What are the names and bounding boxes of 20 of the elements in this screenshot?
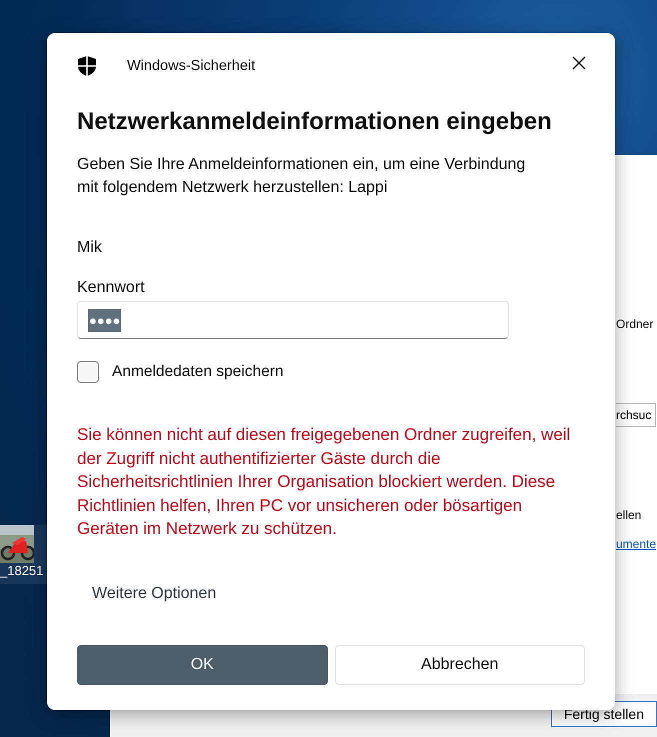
link[interactable]: umente: [616, 537, 656, 551]
dialog-title: Netzwerkanmeldeinformationen eingeben: [77, 108, 553, 136]
close-icon[interactable]: [572, 56, 586, 70]
window-text: ellen: [616, 508, 642, 522]
browse-button[interactable]: rchsuc: [616, 403, 656, 427]
shield-icon: [77, 55, 97, 77]
password-field[interactable]: ●●●●: [77, 301, 509, 339]
cancel-button[interactable]: Abbrechen: [334, 644, 585, 684]
password-label: Kennwort: [77, 279, 146, 297]
message-text: Geben Sie Ihre Anmeldeinformationen ein, um eine Verbindung mit folgendem Netzwerk herzustellen: Lappi: [77, 155, 526, 198]
file-name: _18251: [0, 563, 44, 578]
app-name: Windows-Sicherheit: [127, 58, 256, 74]
checkbox-label[interactable]: Anmeldedaten speichern: [112, 363, 284, 381]
password-value: ●●●●: [88, 308, 122, 332]
error-message: Sie können nicht auf diesen freigegebenen Ordner zugreifen, weil der Zugriff nicht authentifizierter Gäste durch die Sicherheitsrichtlinien Ihrer Organisation blockiert werden. Diese Richtlinien helfen, Ihren PC vor unsicheren oder bösartigen Geräten im Netzwerk zu schützen.: [77, 424, 572, 540]
window-text: Ordner: [616, 317, 654, 331]
ok-button[interactable]: OK: [77, 644, 328, 684]
user-name: Mik: [77, 239, 103, 257]
checkbox[interactable]: [77, 361, 99, 383]
more-options-link[interactable]: Weitere Optionen: [92, 584, 216, 602]
